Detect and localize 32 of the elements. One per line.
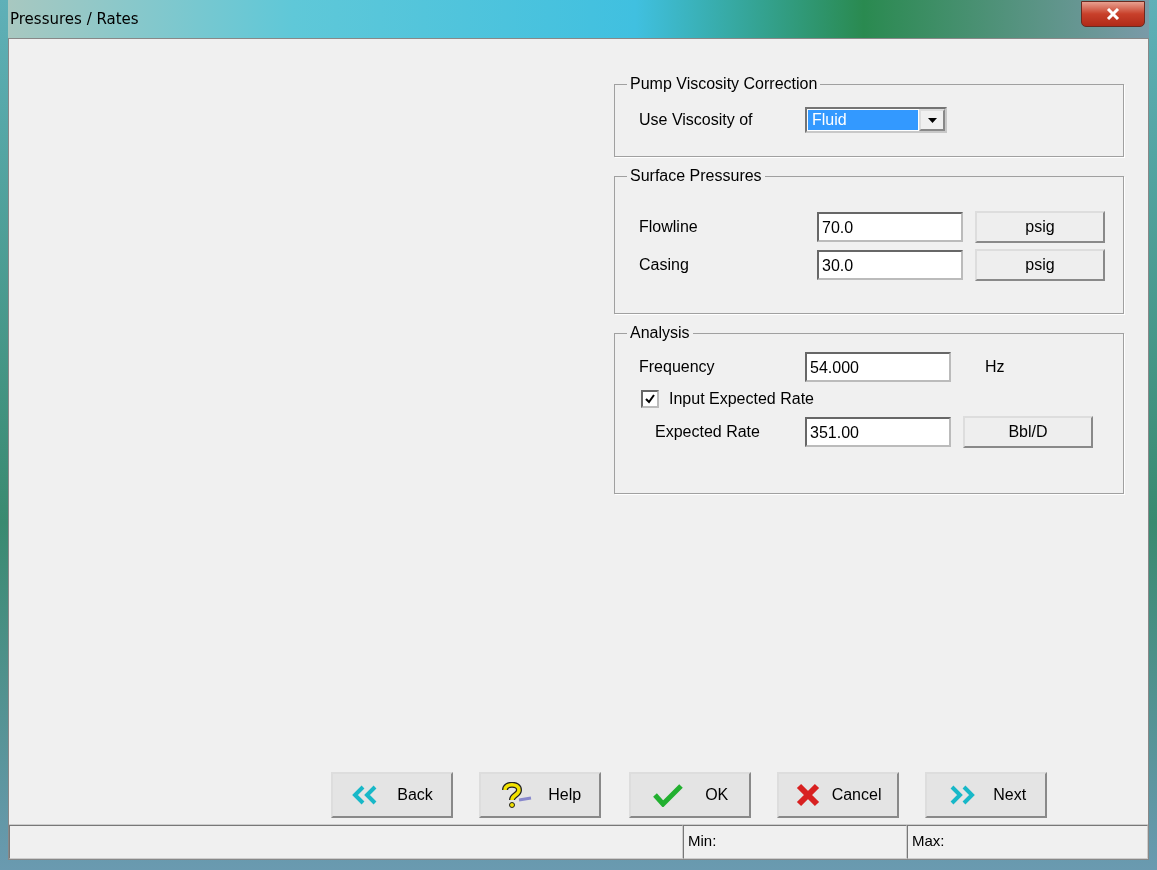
unit-button[interactable]: psig [975,249,1105,281]
checkmark-icon [645,394,655,404]
cancel-button[interactable]: Cancel [777,772,899,818]
ok-button[interactable]: OK [629,772,751,818]
unit-button[interactable]: psig [975,211,1105,243]
input-field[interactable]: 54.000 [805,352,951,382]
checkbox-label: Input Expected Rate [669,390,814,408]
x-mark-icon [794,783,821,807]
group-title: Analysis [629,324,691,342]
field-label: Casing [638,256,690,274]
close-button[interactable] [1081,1,1145,27]
unit-button[interactable]: Bbl/D [963,416,1093,448]
input-field[interactable]: 351.00 [805,417,951,447]
unit-label: Hz [985,358,1005,376]
back-button[interactable]: Back [331,772,453,818]
field-label: Expected Rate [654,423,761,441]
group-title: Pump Viscosity Correction [629,75,819,93]
help-button[interactable]: Help [479,772,601,818]
status-max: Max: [907,825,1148,859]
checkmark-icon [651,783,684,807]
dropdown-arrow-icon [927,117,937,123]
checkbox[interactable] [641,390,659,408]
field-label: Flowline [638,218,699,236]
status-min: Min: [683,825,907,859]
field-label: Use Viscosity of [638,111,754,129]
field-label: Frequency [638,358,716,376]
window-title: Pressures / Rates [9,10,139,28]
input-field[interactable]: 30.0 [817,250,963,280]
group-title: Surface Pressures [629,167,763,185]
input-field[interactable]: 70.0 [817,212,963,242]
next-button[interactable]: Next [925,772,1047,818]
close-icon [1106,8,1120,20]
